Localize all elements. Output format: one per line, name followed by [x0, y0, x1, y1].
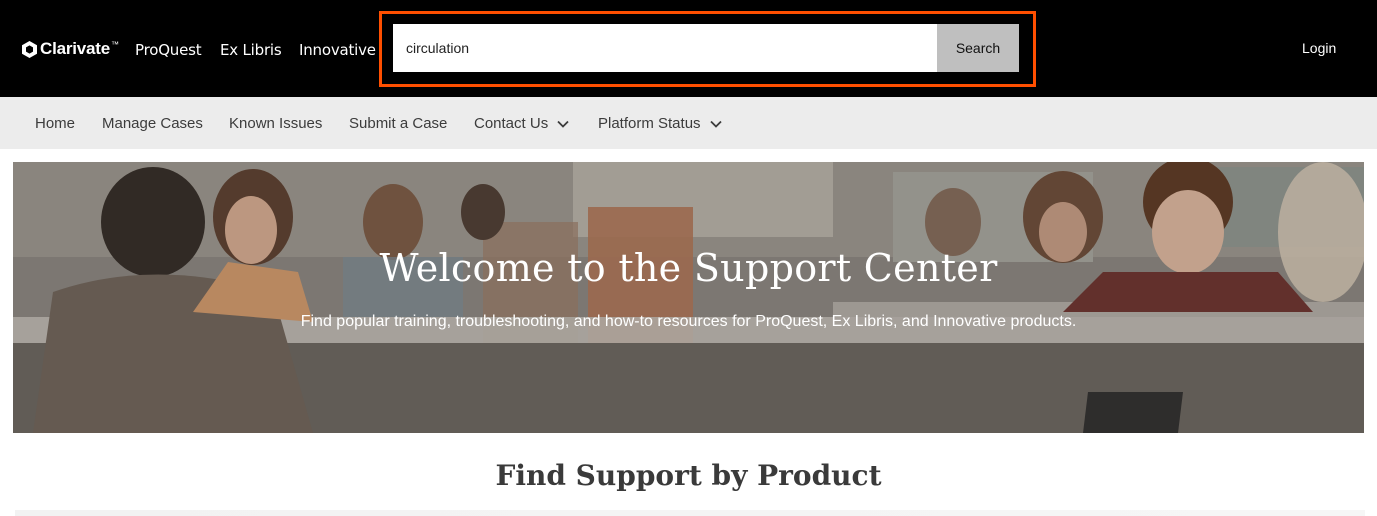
search-button[interactable]: Search [937, 24, 1019, 72]
top-header: Clarivate ™ ProQuest Ex Libris Innovative… [0, 0, 1377, 97]
brand-area: Clarivate ™ [22, 38, 119, 60]
nav-item-label: Manage Cases [102, 115, 203, 132]
chevron-down-icon [557, 120, 569, 128]
clarivate-logo-text: Clarivate [40, 39, 111, 58]
nav-item-submit-case[interactable]: Submit a Case [349, 115, 447, 132]
proquest-link[interactable]: ProQuest [135, 41, 202, 59]
hero-banner: Welcome to the Support Center Find popul… [13, 162, 1364, 433]
innovative-link[interactable]: Innovative [299, 41, 376, 59]
nav-item-label: Submit a Case [349, 115, 448, 132]
nav-item-platform-status[interactable]: Platform Status [598, 115, 722, 132]
nav-item-manage-cases[interactable]: Manage Cases [102, 115, 203, 132]
nav-item-known-issues[interactable]: Known Issues [229, 115, 322, 132]
nav-item-label: Known Issues [229, 115, 323, 132]
nav-item-label: Contact Us [474, 115, 549, 132]
ex-libris-link[interactable]: Ex Libris [220, 41, 282, 59]
login-link[interactable]: Login [1302, 40, 1336, 56]
chevron-down-icon [709, 120, 722, 128]
clarivate-logo[interactable]: Clarivate ™ [22, 39, 119, 59]
hero-title: Welcome to the Support Center [379, 246, 998, 290]
hero-subtitle: Find popular training, troubleshooting, … [300, 313, 1077, 330]
nav-item-contact-us[interactable]: Contact Us [474, 115, 569, 132]
nav-item-label: Home [35, 115, 76, 132]
nav-item-label: Platform Status [598, 115, 701, 132]
main-nav: Home Manage Cases Known Issues Submit a … [0, 97, 1377, 149]
clarivate-logo-icon [22, 40, 37, 58]
hero-overlay [13, 162, 1364, 433]
trademark-mark: ™ [111, 39, 119, 49]
section-title: Find Support by Product [495, 459, 882, 492]
search-input[interactable] [393, 24, 937, 72]
product-cards-edge [15, 510, 1365, 516]
nav-item-home[interactable]: Home [35, 115, 75, 132]
